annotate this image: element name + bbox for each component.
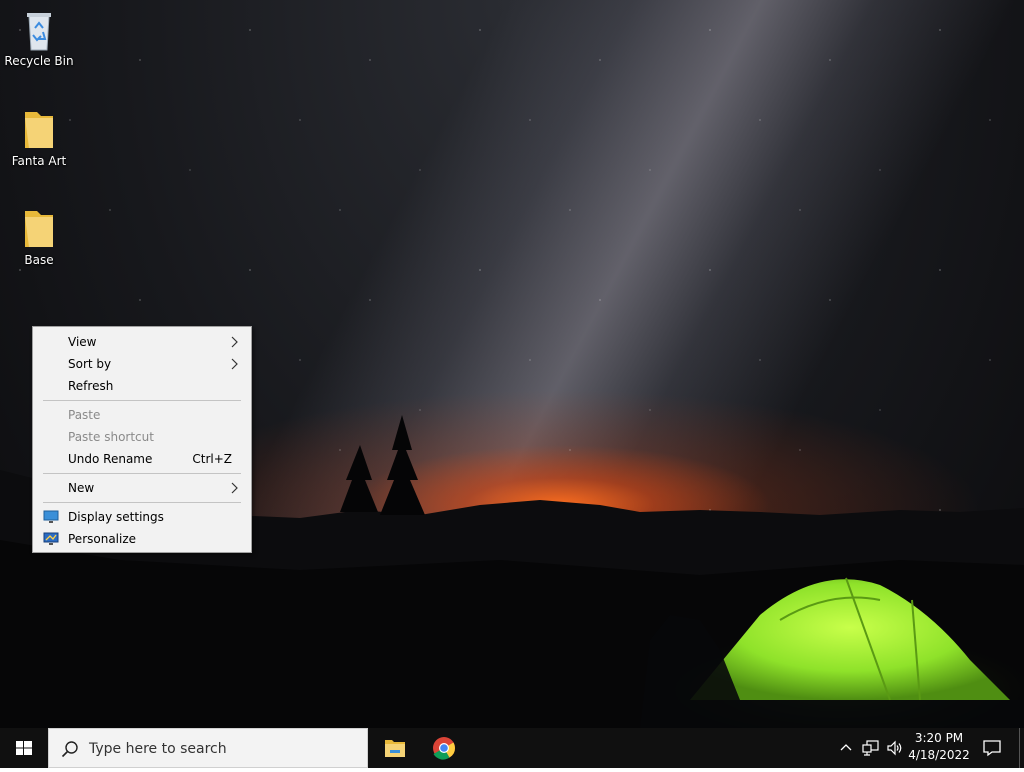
windows-logo-icon bbox=[16, 741, 32, 755]
desktop-context-menu: View Sort by Refresh Paste Paste shortcu… bbox=[32, 326, 252, 553]
menu-separator bbox=[43, 400, 241, 401]
taskbar-clock[interactable]: 3:20 PM 4/18/2022 bbox=[908, 730, 970, 766]
chevron-right-icon bbox=[231, 336, 238, 348]
menu-item-label: Paste shortcut bbox=[68, 430, 154, 444]
file-explorer-icon bbox=[385, 740, 405, 757]
chevron-up-icon[interactable] bbox=[838, 740, 854, 756]
search-placeholder: Type here to search bbox=[89, 741, 227, 757]
menu-item-label: Sort by bbox=[68, 357, 112, 371]
display-settings-icon bbox=[43, 510, 59, 523]
desktop-icon-fanta-art[interactable]: Fanta Art bbox=[2, 108, 76, 168]
menu-item-label: View bbox=[68, 335, 97, 349]
chrome-icon bbox=[433, 737, 455, 760]
clock-time: 3:20 PM bbox=[914, 731, 964, 745]
show-desktop-button[interactable] bbox=[1019, 728, 1020, 768]
taskbar: Type here to search 3:20 PM 4/18/2022 bbox=[0, 728, 1024, 768]
desktop-icon-label: Recycle Bin bbox=[4, 54, 74, 68]
menu-item-refresh[interactable]: Refresh bbox=[35, 375, 249, 397]
search-icon bbox=[61, 741, 78, 758]
menu-separator bbox=[43, 473, 241, 474]
menu-item-personalize[interactable]: Personalize bbox=[35, 528, 249, 550]
chevron-right-icon bbox=[231, 482, 238, 494]
desktop-icon-base[interactable]: Base bbox=[2, 207, 76, 267]
taskbar-search-box[interactable]: Type here to search bbox=[48, 728, 368, 768]
clock-date: 4/18/2022 bbox=[908, 748, 970, 762]
menu-item-undo-rename[interactable]: Undo Rename Ctrl+Z bbox=[35, 448, 249, 470]
personalize-icon bbox=[43, 532, 59, 545]
menu-item-paste[interactable]: Paste bbox=[35, 404, 249, 426]
menu-item-label: New bbox=[68, 481, 95, 495]
menu-item-view[interactable]: View bbox=[35, 331, 249, 353]
recycle-bin-icon bbox=[27, 13, 51, 51]
menu-item-new[interactable]: New bbox=[35, 477, 249, 499]
desktop-icon-label: Fanta Art bbox=[11, 154, 67, 168]
menu-item-label: Paste bbox=[68, 408, 101, 422]
desktop-icon-label: Base bbox=[24, 253, 54, 267]
menu-item-label: Display settings bbox=[68, 510, 164, 524]
menu-item-display-settings[interactable]: Display settings bbox=[35, 506, 249, 528]
folder-icon bbox=[25, 112, 53, 148]
menu-item-shortcut: Ctrl+Z bbox=[192, 452, 232, 466]
menu-item-label: Personalize bbox=[68, 532, 137, 546]
menu-item-paste-shortcut[interactable]: Paste shortcut bbox=[35, 426, 249, 448]
menu-item-sort-by[interactable]: Sort by bbox=[35, 353, 249, 375]
menu-item-label: Refresh bbox=[68, 379, 114, 393]
network-icon[interactable] bbox=[862, 739, 880, 757]
menu-separator bbox=[43, 502, 241, 503]
folder-icon bbox=[25, 211, 53, 247]
taskbar-app-chrome[interactable] bbox=[420, 728, 468, 768]
volume-icon[interactable] bbox=[886, 739, 904, 757]
desktop-wallpaper[interactable]: Recycle Bin Fanta Art Base View Sort by … bbox=[0, 0, 1024, 728]
chevron-right-icon bbox=[231, 358, 238, 370]
desktop-icon-recycle-bin[interactable]: Recycle Bin bbox=[2, 8, 76, 68]
taskbar-app-file-explorer[interactable] bbox=[371, 728, 419, 768]
start-button[interactable] bbox=[0, 728, 48, 768]
menu-item-label: Undo Rename bbox=[68, 452, 153, 466]
notification-center-icon[interactable] bbox=[982, 738, 1002, 758]
